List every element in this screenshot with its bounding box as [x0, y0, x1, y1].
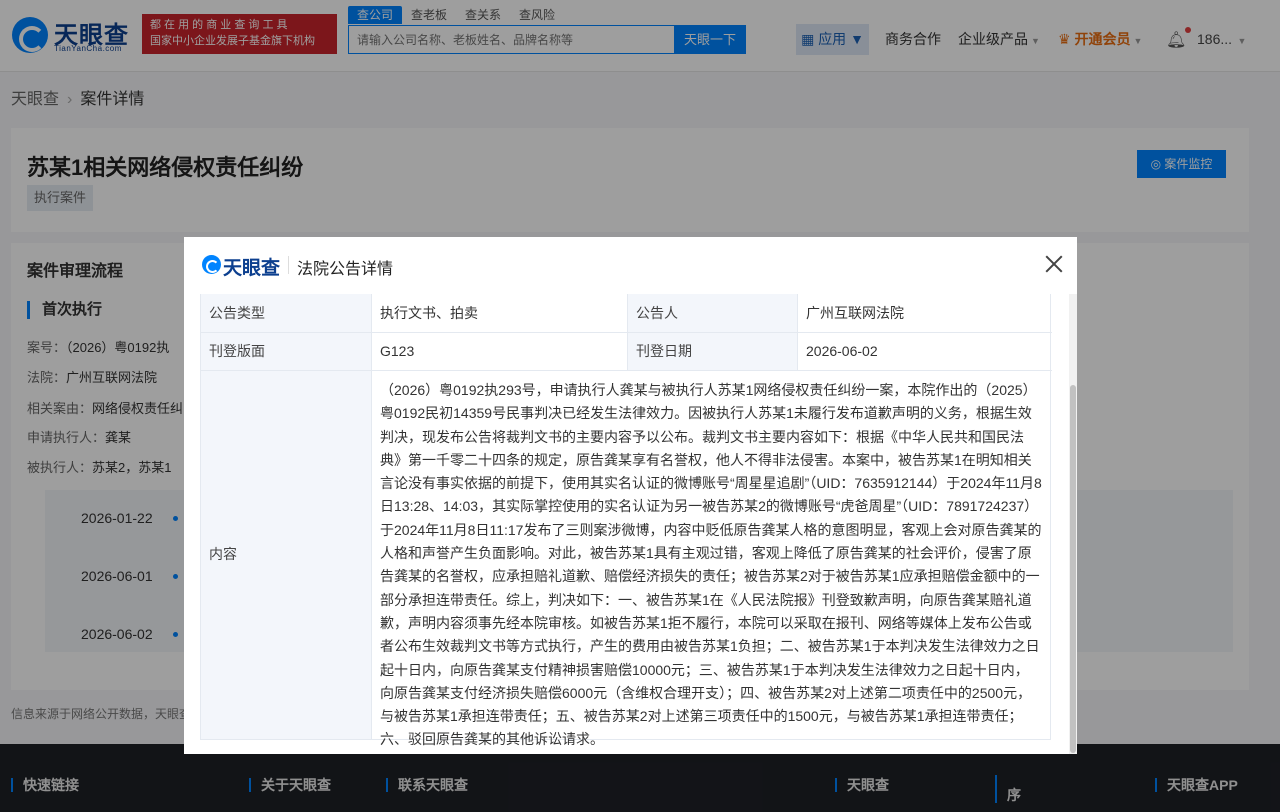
modal-scrollbar-thumb[interactable]	[1070, 385, 1076, 753]
label-notice-type: 公告类型	[201, 294, 372, 333]
value-publish-date: 2026-06-02	[798, 333, 1052, 371]
label-publish-date: 刊登日期	[628, 333, 798, 371]
notice-content: （2026）粤0192执293号，申请执行人龚某与被执行人苏某1网络侵权责任纠纷…	[380, 382, 1042, 748]
modal-logo: 天眼查	[202, 253, 282, 279]
label-content: 内容	[201, 371, 372, 739]
value-notice-type: 执行文书、拍卖	[372, 294, 628, 333]
modal-title: 法院公告详情	[297, 261, 394, 278]
label-page: 刊登版面	[201, 333, 372, 371]
value-announcer: 广州互联网法院	[798, 294, 1052, 333]
divider	[288, 256, 289, 274]
logo-icon	[202, 255, 221, 274]
value-page: G123	[372, 333, 628, 371]
close-icon[interactable]	[1045, 255, 1063, 273]
notice-table: 公告类型 执行文书、拍卖 公告人 广州互联网法院 刊登版面 G123 刊登日期 …	[200, 294, 1052, 748]
court-notice-modal: 天眼查 法院公告详情 公告类型 执行文书、拍卖 公告人 广州互联网法院 刊登版面…	[184, 237, 1077, 754]
label-announcer: 公告人	[628, 294, 798, 333]
modal-logo-name: 天眼查	[223, 258, 281, 279]
